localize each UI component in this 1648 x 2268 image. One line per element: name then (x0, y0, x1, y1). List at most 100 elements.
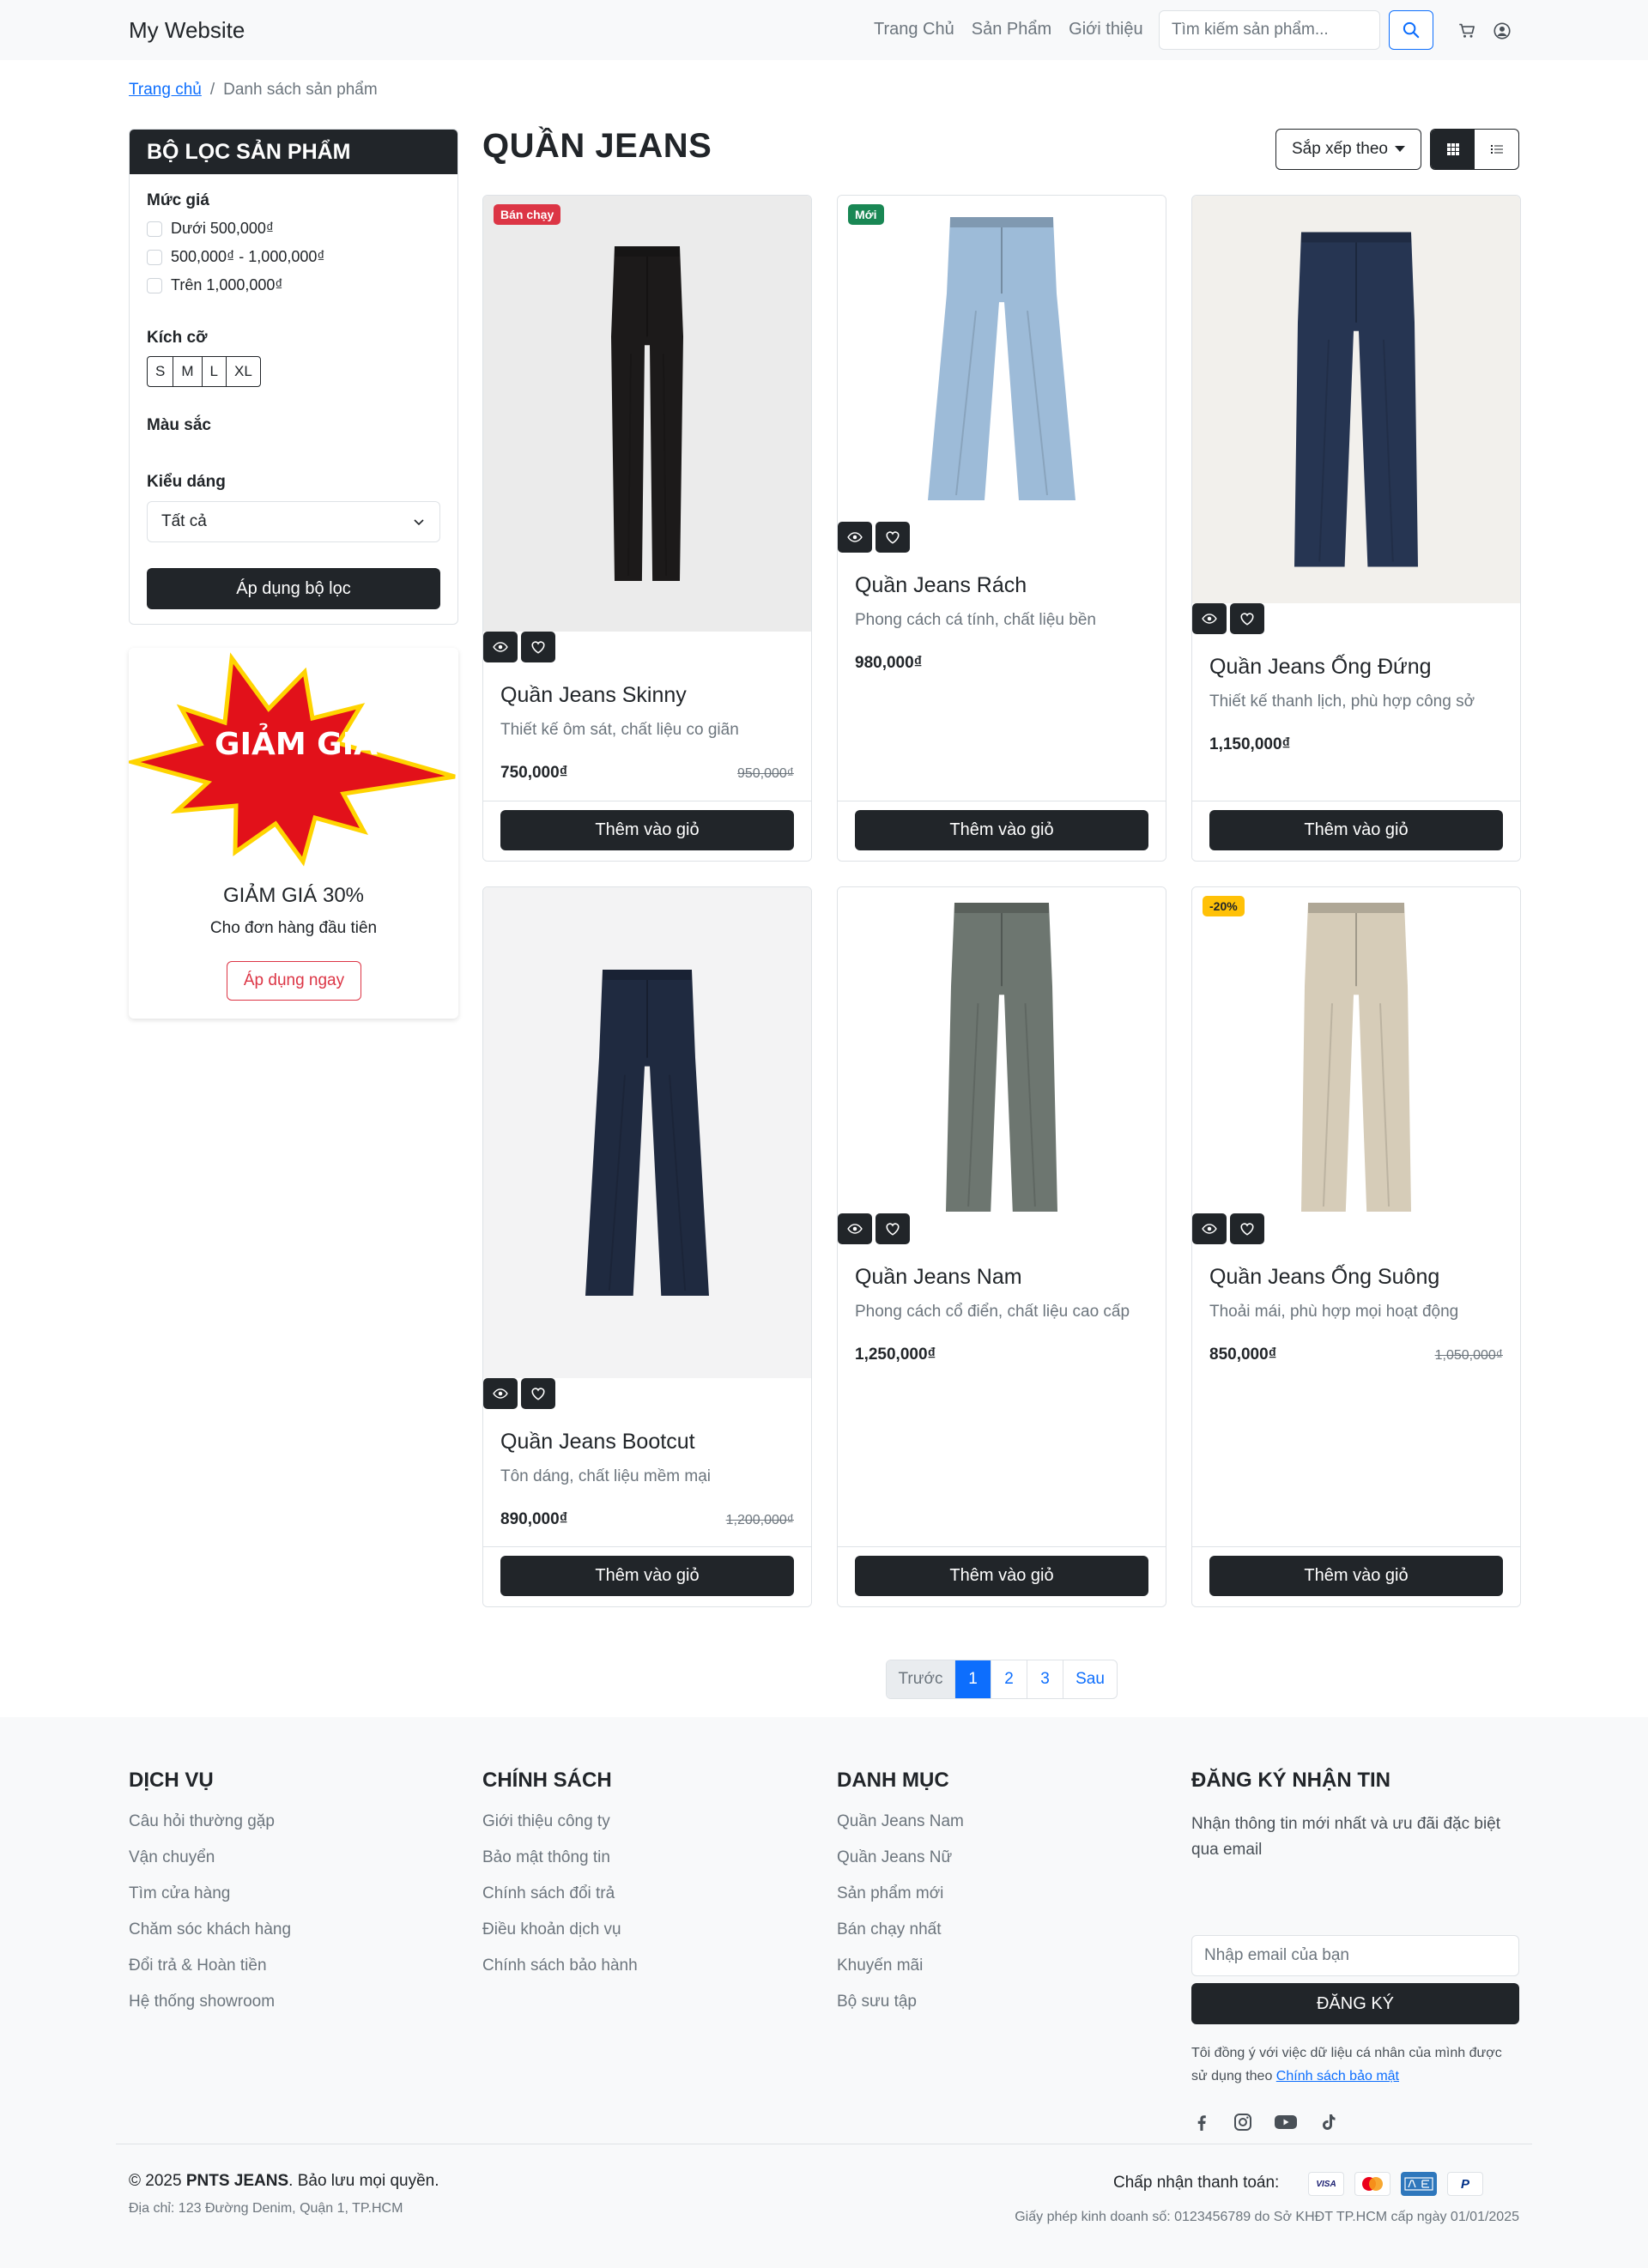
wishlist-button[interactable] (521, 1378, 555, 1409)
product-image[interactable] (838, 887, 1166, 1213)
nav-link-about[interactable]: Giới thiệu (1069, 20, 1142, 39)
wishlist-button[interactable] (1230, 603, 1264, 634)
product-image[interactable] (483, 887, 811, 1378)
footer-link[interactable]: Tìm cửa hàng (129, 1884, 291, 1903)
quick-view-button[interactable] (838, 1213, 872, 1244)
footer-link[interactable]: Hệ thống showroom (129, 1992, 291, 2011)
search-input[interactable] (1159, 10, 1380, 50)
product-name[interactable]: Quần Jeans Rách (855, 573, 1027, 598)
style-select[interactable]: Tất cả (147, 501, 440, 542)
brand-logo[interactable]: My Website (129, 17, 245, 44)
price-option-over-1m[interactable]: Trên 1,000,000₫ (147, 276, 283, 294)
pagination-page-1[interactable]: 1 (955, 1660, 991, 1698)
eye-icon (1202, 614, 1217, 624)
product-card[interactable]: Quần Jeans Bootcut Tôn dáng, chất liệu m… (482, 886, 812, 1607)
footer-link[interactable]: Đổi trả & Hoàn tiền (129, 1956, 291, 1975)
footer-link[interactable]: Câu hỏi thường gặp (129, 1811, 291, 1831)
footer-link[interactable]: Điều khoản dịch vụ (482, 1920, 638, 1939)
breadcrumb-home-link[interactable]: Trang chủ (129, 81, 202, 100)
footer-link[interactable]: Quần Jeans Nữ (837, 1848, 964, 1867)
newsletter-subscribe-button[interactable]: ĐĂNG KÝ (1191, 1983, 1519, 2024)
product-card[interactable]: Quần Jeans Nam Phong cách cổ điển, chất … (837, 886, 1166, 1607)
price-option-under-500k[interactable]: Dưới 500,000₫ (147, 220, 274, 238)
account-button[interactable] (1492, 21, 1512, 41)
list-view-button[interactable] (1475, 130, 1518, 169)
add-to-cart-button[interactable]: Thêm vào giỏ (855, 1556, 1148, 1596)
facebook-icon[interactable] (1191, 2112, 1212, 2132)
quick-view-button[interactable] (1192, 603, 1227, 634)
checkbox[interactable] (147, 249, 162, 265)
product-image[interactable] (1192, 196, 1520, 603)
product-name[interactable]: Quần Jeans Ống Đứng (1209, 655, 1432, 680)
product-name[interactable]: Quần Jeans Ống Suông (1209, 1265, 1439, 1290)
checkbox[interactable] (147, 221, 162, 237)
search-button[interactable] (1389, 10, 1433, 50)
product-name[interactable]: Quần Jeans Skinny (500, 683, 687, 708)
add-to-cart-button[interactable]: Thêm vào giỏ (1209, 810, 1503, 850)
product-card[interactable]: Quần Jeans Ống Đứng Thiết kế thanh lịch,… (1191, 195, 1521, 862)
tiktok-icon[interactable] (1318, 2112, 1339, 2132)
quick-view-button[interactable] (483, 1378, 518, 1409)
pagination-next[interactable]: Sau (1063, 1660, 1117, 1698)
footer-link[interactable]: Bộ sưu tập (837, 1992, 964, 2011)
product-card[interactable]: Bán chạy Quần Jeans Skinny Thiết kế ôm s… (482, 195, 812, 862)
apply-filter-button[interactable]: Áp dụng bộ lọc (147, 568, 440, 609)
size-l-button[interactable]: L (201, 356, 227, 387)
checkbox[interactable] (147, 277, 162, 293)
add-to-cart-button[interactable]: Thêm vào giỏ (1209, 1556, 1503, 1596)
cart-button[interactable] (1457, 21, 1477, 41)
footer-categories-title: DANH MỤC (837, 1769, 949, 1792)
add-to-cart-button[interactable]: Thêm vào giỏ (855, 810, 1148, 850)
newsletter-email-input[interactable] (1191, 1935, 1519, 1976)
product-image[interactable] (1192, 887, 1520, 1213)
size-s-button[interactable]: S (147, 356, 174, 387)
page-title: QUẦN JEANS (482, 127, 712, 165)
wishlist-button[interactable] (1230, 1213, 1264, 1244)
product-image[interactable] (838, 196, 1166, 522)
add-to-cart-button[interactable]: Thêm vào giỏ (500, 810, 794, 850)
footer-link[interactable]: Sản phẩm mới (837, 1884, 964, 1903)
wishlist-button[interactable] (876, 522, 910, 553)
footer-link[interactable]: Bán chạy nhất (837, 1920, 964, 1939)
quick-view-button[interactable] (483, 632, 518, 662)
add-to-cart-button[interactable]: Thêm vào giỏ (500, 1556, 794, 1596)
instagram-icon[interactable] (1233, 2112, 1253, 2132)
pagination-page-2[interactable]: 2 (991, 1660, 1027, 1698)
youtube-icon[interactable] (1274, 2112, 1298, 2132)
quick-view-button[interactable] (1192, 1213, 1227, 1244)
footer-link[interactable]: Chăm sóc khách hàng (129, 1920, 291, 1939)
wishlist-button[interactable] (876, 1213, 910, 1244)
nav-link-home[interactable]: Trang Chủ (874, 20, 954, 39)
mastercard-icon (1354, 2172, 1390, 2196)
footer-link[interactable]: Bảo mật thông tin (482, 1848, 638, 1867)
product-description: Thiết kế ôm sát, chất liệu co giãn (500, 721, 739, 739)
promo-apply-button[interactable]: Áp dụng ngay (227, 961, 361, 1001)
price-option-500k-1m[interactable]: 500,000₫ - 1,000,000₫ (147, 248, 325, 266)
wishlist-button[interactable] (521, 632, 555, 662)
product-name[interactable]: Quần Jeans Bootcut (500, 1430, 695, 1455)
product-card[interactable]: -20% Quần Jeans Ống Suông Thoải mái, phù… (1191, 886, 1521, 1607)
pagination-page-3[interactable]: 3 (1027, 1660, 1063, 1698)
footer-link[interactable]: Quần Jeans Nam (837, 1811, 964, 1831)
footer-link[interactable]: Giới thiệu công ty (482, 1811, 638, 1831)
footer-link[interactable]: Vận chuyển (129, 1848, 291, 1867)
breadcrumb-separator: / (209, 81, 215, 99)
grid-view-button[interactable] (1431, 130, 1475, 169)
size-m-button[interactable]: M (173, 356, 203, 387)
product-card[interactable]: Mới Quần Jeans Rách Phong cách cá tính, … (837, 195, 1166, 862)
quick-view-button[interactable] (838, 522, 872, 553)
product-quick-actions (838, 522, 910, 553)
nav-link-products[interactable]: Sản Phẩm (972, 20, 1051, 39)
product-name[interactable]: Quần Jeans Nam (855, 1265, 1022, 1290)
privacy-policy-link[interactable]: Chính sách bảo mật (1276, 2069, 1399, 2084)
pagination-prev[interactable]: Trước (887, 1660, 955, 1698)
product-card-footer: Thêm vào giỏ (1192, 1546, 1520, 1606)
footer-link[interactable]: Khuyến mãi (837, 1956, 964, 1975)
sort-dropdown[interactable]: Sắp xếp theo (1275, 129, 1421, 170)
footer-address: Địa chỉ: 123 Đường Denim, Quận 1, TP.HCM (129, 2201, 403, 2216)
footer-link[interactable]: Chính sách bảo hành (482, 1956, 638, 1975)
product-image[interactable] (483, 196, 811, 632)
footer-link[interactable]: Chính sách đổi trả (482, 1884, 638, 1903)
size-xl-button[interactable]: XL (225, 356, 261, 387)
jeans-illustration (585, 970, 709, 1296)
